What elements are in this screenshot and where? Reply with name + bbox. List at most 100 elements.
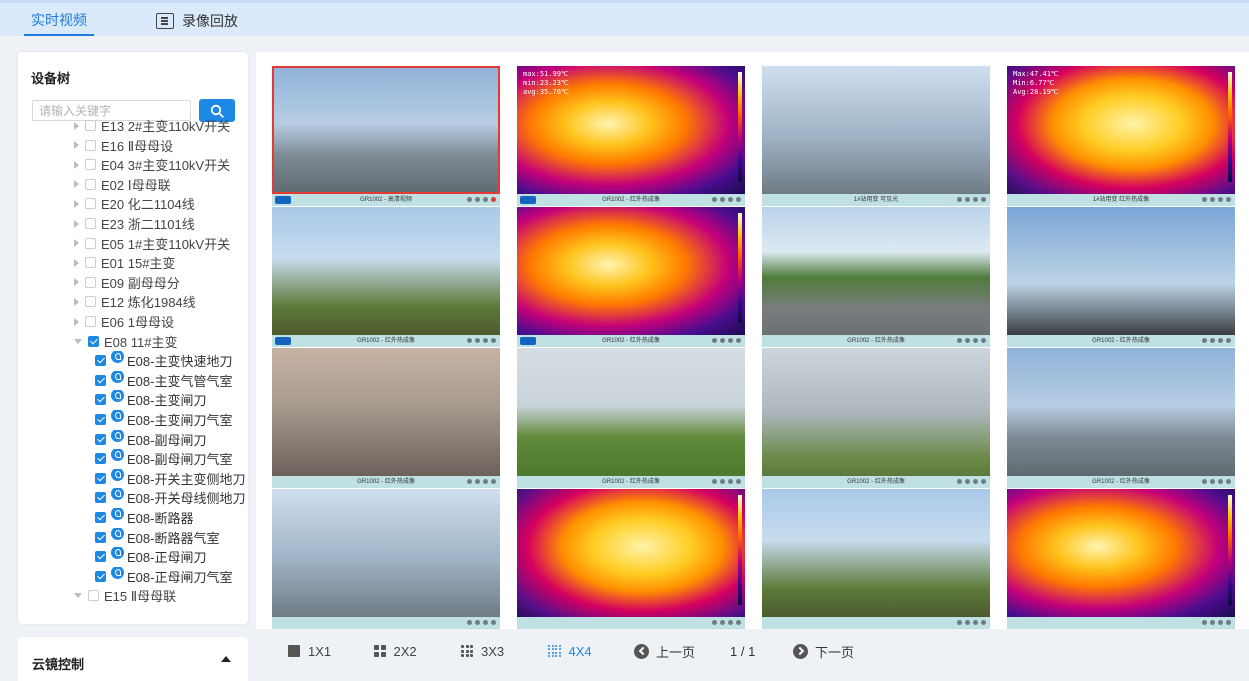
video-tile[interactable]: 1#站用变 可见光	[762, 66, 990, 206]
tree-node-checkbox[interactable]	[85, 237, 96, 249]
video-tile[interactable]: GR1002 - 高清视频	[272, 66, 500, 206]
record-icon[interactable]	[491, 479, 496, 484]
tree-node-checkbox[interactable]	[85, 316, 96, 327]
fullscreen-icon[interactable]	[483, 620, 488, 625]
expand-right-icon[interactable]	[74, 121, 79, 130]
tree-node-checkbox[interactable]	[95, 374, 106, 386]
tree-node-checkbox[interactable]	[88, 590, 99, 602]
expand-down-icon[interactable]	[74, 338, 82, 344]
tree-node-checkbox[interactable]	[85, 257, 96, 269]
volume-icon[interactable]	[1210, 479, 1215, 484]
tree-node-checkbox[interactable]	[95, 531, 106, 543]
tree-node-checkbox[interactable]	[85, 178, 96, 190]
video-tile[interactable]: GR1002 - 红外热成像	[1007, 348, 1235, 488]
fullscreen-icon[interactable]	[483, 197, 488, 202]
snapshot-icon[interactable]	[712, 338, 717, 343]
tree-child-node[interactable]: E08-开关母线侧地刀	[18, 488, 248, 507]
volume-icon[interactable]	[720, 197, 725, 202]
tree-child-node[interactable]: E08-正母闸刀气室	[18, 566, 248, 586]
video-tile[interactable]	[762, 489, 990, 629]
camera-video-feed[interactable]	[762, 66, 990, 194]
volume-icon[interactable]	[720, 479, 725, 484]
tree-node-checkbox[interactable]	[85, 120, 96, 131]
video-tile[interactable]	[517, 489, 745, 629]
layout-4x4-button[interactable]: 4X4	[548, 641, 592, 661]
video-tile[interactable]: GR1002 - 红外热成像	[762, 207, 990, 347]
tree-node-checkbox[interactable]	[85, 296, 96, 308]
ptz-control-panel[interactable]: 云镜控制	[18, 637, 248, 681]
tree-child-node[interactable]: E08-断路器气室	[18, 527, 248, 547]
camera-video-feed[interactable]	[762, 489, 990, 617]
tree-node[interactable]: E04 3#主变110kV开关	[18, 155, 248, 174]
fullscreen-icon[interactable]	[973, 479, 978, 484]
volume-icon[interactable]	[965, 479, 970, 484]
tree-node-checkbox[interactable]	[88, 335, 99, 347]
snapshot-icon[interactable]	[1202, 620, 1207, 625]
camera-video-feed[interactable]	[1007, 348, 1235, 476]
tree-node[interactable]: E06 1母母设	[18, 312, 248, 331]
expand-down-icon[interactable]	[74, 593, 82, 599]
tree-node-checkbox[interactable]	[85, 218, 96, 229]
tree-child-node[interactable]: E08-副母闸刀气室	[18, 449, 248, 468]
tree-node-checkbox[interactable]	[85, 159, 96, 171]
tree-child-node[interactable]: E08-主变快速地刀	[18, 351, 248, 370]
snapshot-icon[interactable]	[957, 338, 962, 343]
volume-icon[interactable]	[1210, 197, 1215, 202]
expand-right-icon[interactable]	[74, 317, 79, 326]
camera-video-feed[interactable]	[272, 489, 500, 617]
thermal-video-feed[interactable]: max:51.99℃ min:23.23℃ avg:35.76℃	[517, 66, 745, 194]
snapshot-icon[interactable]	[957, 479, 962, 484]
tree-child-node[interactable]: E08-副母闸刀	[18, 429, 248, 449]
tree-child-node[interactable]: E08-开关主变侧地刀	[18, 468, 248, 488]
snapshot-icon[interactable]	[957, 197, 962, 202]
tree-node[interactable]: E02 Ⅰ母母联	[18, 175, 248, 194]
tree-child-node[interactable]: E08-主变闸刀	[18, 390, 248, 409]
camera-video-feed[interactable]	[762, 207, 990, 335]
video-tile[interactable]	[1007, 489, 1235, 629]
fullscreen-icon[interactable]	[728, 338, 733, 343]
prev-page-button[interactable]: 上一页	[634, 641, 695, 661]
tab-recording-playback[interactable]: 录像回放	[156, 6, 238, 36]
tree-node-checkbox[interactable]	[95, 551, 106, 563]
video-tile[interactable]: GR1002 - 红外热成像	[517, 207, 745, 347]
fullscreen-icon[interactable]	[973, 338, 978, 343]
camera-video-feed[interactable]	[517, 348, 745, 476]
video-tile[interactable]: GR1002 - 红外热成像	[1007, 207, 1235, 347]
record-icon[interactable]	[1226, 620, 1231, 625]
camera-video-feed[interactable]	[272, 66, 500, 194]
layout-2x2-button[interactable]: 2X2	[374, 641, 417, 661]
record-icon[interactable]	[736, 479, 741, 484]
fullscreen-icon[interactable]	[1218, 620, 1223, 625]
volume-icon[interactable]	[720, 620, 725, 625]
video-tile[interactable]: GR1002 - 红外热成像	[762, 348, 990, 488]
record-icon[interactable]	[981, 338, 986, 343]
tree-node-checkbox[interactable]	[95, 394, 106, 406]
camera-video-feed[interactable]	[272, 207, 500, 335]
tree-node-checkbox[interactable]	[85, 276, 96, 288]
snapshot-icon[interactable]	[712, 197, 717, 202]
snapshot-icon[interactable]	[1202, 338, 1207, 343]
fullscreen-icon[interactable]	[483, 479, 488, 484]
record-icon[interactable]	[491, 338, 496, 343]
fullscreen-icon[interactable]	[728, 620, 733, 625]
expand-right-icon[interactable]	[74, 180, 79, 189]
tree-child-node[interactable]: E08-断路器	[18, 508, 248, 527]
camera-video-feed[interactable]	[1007, 207, 1235, 335]
expand-right-icon[interactable]	[74, 160, 79, 169]
tree-node[interactable]: E13 2#主变110kV开关	[18, 116, 248, 135]
fullscreen-icon[interactable]	[973, 197, 978, 202]
record-icon[interactable]	[1226, 338, 1231, 343]
record-icon[interactable]	[1226, 197, 1231, 202]
collapse-caret-icon[interactable]	[221, 656, 231, 662]
tree-node[interactable]: E15 Ⅱ母母联	[18, 586, 248, 605]
fullscreen-icon[interactable]	[1218, 479, 1223, 484]
camera-video-feed[interactable]	[762, 348, 990, 476]
expand-right-icon[interactable]	[74, 219, 79, 228]
video-tile[interactable]: GR1002 - 红外热成像	[272, 348, 500, 488]
snapshot-icon[interactable]	[467, 479, 472, 484]
snapshot-icon[interactable]	[957, 620, 962, 625]
fullscreen-icon[interactable]	[728, 197, 733, 202]
snapshot-icon[interactable]	[712, 620, 717, 625]
thermal-video-feed[interactable]	[517, 489, 745, 617]
volume-icon[interactable]	[965, 197, 970, 202]
